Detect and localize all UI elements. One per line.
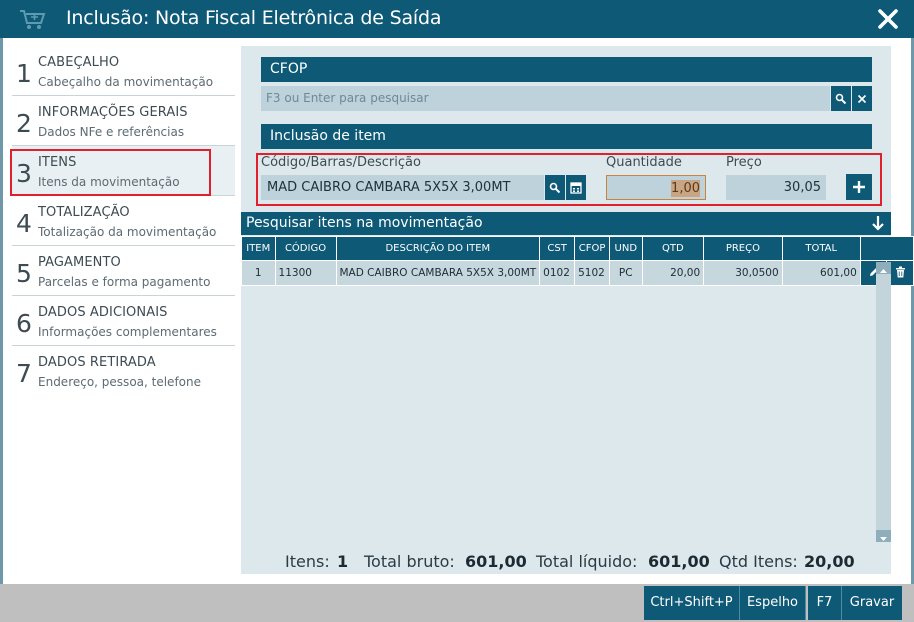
add-item-button[interactable] — [846, 174, 872, 200]
table-row[interactable]: 1 11300 MAD CAIBRO CAMBARA 5X5X 3,00MT 0… — [241, 260, 914, 286]
cfop-search-button[interactable] — [831, 86, 851, 111]
qtd-itens-label: Qtd Itens: — [719, 552, 798, 571]
step-number: 7 — [16, 359, 32, 388]
title-bar: Inclusão: Nota Fiscal Eletrônica de Saíd… — [0, 0, 914, 38]
step-name: PAGAMENTO — [38, 255, 121, 270]
col-header-item[interactable]: ITEM — [241, 236, 276, 261]
step-description: Parcelas e forma pagamento — [38, 275, 211, 289]
gravar-shortcut-button[interactable]: F7 — [808, 586, 842, 620]
col-header-total[interactable]: TOTAL — [781, 236, 861, 261]
col-header-preco[interactable]: PREÇO — [703, 236, 783, 261]
preco-label: Preço — [726, 155, 762, 170]
clear-icon — [857, 94, 867, 103]
step-description: Itens da movimentação — [38, 175, 180, 189]
step-totalizacao[interactable]: 4 TOTALIZAÇÃO Totalização da movimentaçã… — [12, 196, 235, 246]
trash-icon — [895, 266, 905, 277]
cell-total: 601,00 — [781, 260, 861, 286]
arrow-down-icon[interactable] — [870, 214, 886, 232]
step-itens[interactable]: 3 ITENS Itens da movimentação — [12, 146, 235, 196]
espelho-button[interactable]: Espelho — [740, 586, 806, 620]
col-header-descricao[interactable]: DESCRIÇÃO DO ITEM — [335, 236, 541, 261]
steps-sidebar: 1 CABEÇALHO Cabeçalho da movimentação 2 … — [12, 46, 235, 396]
total-liquido-label: Total líquido: — [536, 552, 638, 571]
cell-cfop: 5102 — [574, 260, 611, 286]
items-table: ITEM CÓDIGO DESCRIÇÃO DO ITEM CST CFOP U… — [241, 236, 914, 286]
cell-codigo: 11300 — [274, 260, 337, 286]
plus-icon — [853, 181, 865, 193]
step-description: Totalização da movimentação — [38, 225, 217, 239]
caret-up-icon — [880, 269, 887, 273]
espelho-shortcut-button[interactable]: Ctrl+Shift+P — [644, 586, 740, 620]
col-header-actions — [859, 236, 914, 261]
itens-count-label: Itens: — [285, 552, 330, 571]
total-bruto-label: Total bruto: — [364, 552, 455, 571]
col-header-qtd[interactable]: QTD — [641, 236, 705, 261]
caret-down-icon — [880, 537, 887, 541]
codigo-input[interactable]: MAD CAIBRO CAMBARA 5X5X 3,00MT — [261, 175, 544, 200]
total-liquido-value: 601,00 — [648, 552, 710, 571]
search-icon — [549, 182, 561, 193]
step-cabecalho[interactable]: 1 CABEÇALHO Cabeçalho da movimentação — [12, 46, 235, 96]
window-title: Inclusão: Nota Fiscal Eletrônica de Saíd… — [66, 7, 442, 29]
cell-preco: 30,0500 — [703, 260, 783, 286]
bottom-toolbar: Ctrl+Shift+P Espelho F7 Gravar — [0, 584, 914, 622]
itens-count-value: 1 — [337, 552, 349, 571]
step-number: 3 — [16, 159, 32, 188]
calculator-icon — [570, 181, 582, 194]
step-dados-adicionais[interactable]: 6 DADOS ADICIONAIS Informações complemen… — [12, 296, 235, 346]
search-items-label: Pesquisar itens na movimentação — [246, 215, 483, 231]
cfop-search-input[interactable]: F3 ou Enter para pesquisar — [261, 86, 830, 111]
step-number: 6 — [16, 309, 32, 338]
step-description: Endereço, pessoa, telefone — [38, 375, 201, 389]
col-header-cst[interactable]: CST — [539, 236, 576, 261]
step-number: 5 — [16, 259, 32, 288]
step-description: Cabeçalho da movimentação — [38, 75, 214, 89]
step-name: CABEÇALHO — [38, 55, 120, 70]
totals-bar: Itens: 1 Total bruto: 601,00 Total líqui… — [241, 546, 891, 576]
quantidade-label: Quantidade — [606, 155, 682, 170]
cell-und: PC — [609, 260, 643, 286]
step-informacoes-gerais[interactable]: 2 INFORMAÇÕES GERAIS Dados NFe e referên… — [12, 96, 235, 146]
cell-descricao: MAD CAIBRO CAMBARA 5X5X 3,00MT — [335, 260, 541, 286]
codigo-search-button[interactable] — [545, 175, 565, 200]
cfop-clear-button[interactable] — [852, 86, 872, 111]
table-scrollbar[interactable] — [876, 262, 891, 542]
quantidade-input[interactable]: 1,00 — [606, 175, 706, 200]
col-header-cfop[interactable]: CFOP — [574, 236, 611, 261]
cell-qtd: 20,00 — [641, 260, 705, 286]
table-header-row: ITEM CÓDIGO DESCRIÇÃO DO ITEM CST CFOP U… — [241, 236, 914, 261]
col-header-codigo[interactable]: CÓDIGO — [274, 236, 337, 261]
step-name: TOTALIZAÇÃO — [38, 205, 130, 220]
step-description: Informações complementares — [38, 325, 217, 339]
step-number: 2 — [16, 109, 32, 138]
step-name: DADOS ADICIONAIS — [38, 305, 168, 320]
qtd-itens-value: 20,00 — [804, 552, 855, 571]
search-icon — [835, 93, 847, 104]
codigo-calculator-button[interactable] — [566, 175, 586, 200]
cell-item: 1 — [241, 260, 276, 286]
step-description: Dados NFe e referências — [38, 125, 185, 139]
step-name: INFORMAÇÕES GERAIS — [38, 105, 188, 120]
total-bruto-value: 601,00 — [465, 552, 527, 571]
gravar-button[interactable]: Gravar — [842, 586, 902, 620]
step-number: 1 — [16, 59, 32, 88]
inclusao-header: Inclusão de item — [261, 124, 872, 149]
step-name: ITENS — [38, 155, 77, 170]
close-icon[interactable] — [876, 7, 900, 31]
codigo-label: Código/Barras/Descrição — [261, 155, 421, 170]
step-pagamento[interactable]: 5 PAGAMENTO Parcelas e forma pagamento — [12, 246, 235, 296]
step-dados-retirada[interactable]: 7 DADOS RETIRADA Endereço, pessoa, telef… — [12, 346, 235, 396]
step-number: 4 — [16, 209, 32, 238]
scroll-down-button[interactable] — [876, 530, 891, 542]
preco-input[interactable]: 30,05 — [726, 175, 826, 200]
cfop-header: CFOP — [261, 57, 872, 82]
cell-cst: 0102 — [539, 260, 576, 286]
search-items-bar[interactable]: Pesquisar itens na movimentação — [241, 212, 891, 235]
quantidade-selected-value: 1,00 — [671, 180, 700, 197]
step-name: DADOS RETIRADA — [38, 355, 156, 370]
scroll-up-button[interactable] — [876, 262, 891, 274]
cart-icon — [20, 10, 46, 29]
col-header-und[interactable]: UND — [609, 236, 643, 261]
